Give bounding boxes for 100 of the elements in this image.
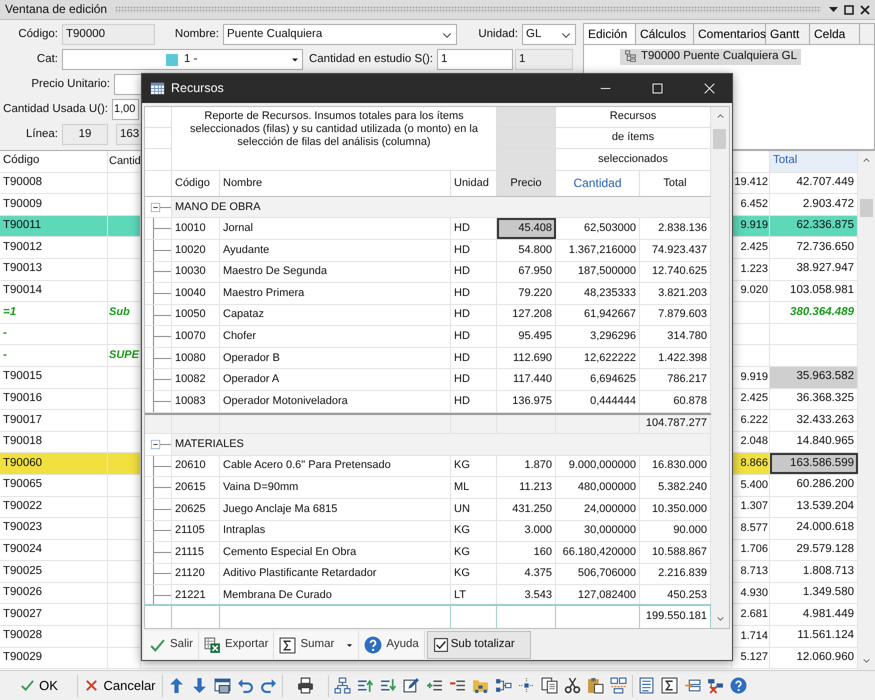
table-cell: 10083 <box>172 391 220 412</box>
field-label: Precio Unitario: <box>30 78 111 92</box>
table-cell: 127.208 <box>497 304 556 326</box>
sigma-icon <box>279 636 296 654</box>
table-cell: Jornal <box>220 218 451 239</box>
table-cell: T90008 <box>0 172 108 194</box>
table-cell: - <box>0 324 108 344</box>
field-label: Línea: <box>25 128 59 142</box>
column-header: Precio <box>497 171 556 196</box>
dialog-title: Recursos <box>171 81 225 96</box>
table-cell: 10040 <box>172 283 220 304</box>
table-cell: T90011 <box>0 216 108 236</box>
input-field: 1 <box>515 49 573 70</box>
table-cell: 480,000000 <box>556 477 640 498</box>
table-cell: Maestro De Segunda <box>220 262 451 282</box>
table-cell: KG <box>451 520 497 542</box>
dropdown-value: GL <box>526 28 542 42</box>
header-cell <box>145 128 172 149</box>
scroll-thumb[interactable] <box>713 129 726 149</box>
table-cell: T90016 <box>0 388 108 410</box>
cancel-button[interactable]: Cancelar <box>80 672 160 698</box>
window-icon <box>214 677 231 694</box>
scroll-thumb[interactable] <box>860 199 873 217</box>
table-cell: T90017 <box>0 410 108 431</box>
table-icon <box>150 81 165 96</box>
table-cell: 45.408 <box>497 218 556 239</box>
scrollbar[interactable] <box>711 107 729 628</box>
table-cell: 61,942667 <box>556 304 640 326</box>
field-label: Unidad: <box>477 28 519 42</box>
edit-icon <box>403 677 420 694</box>
table-cell: 10030 <box>172 262 220 282</box>
table-cell: 66.180,420000 <box>556 542 640 563</box>
caret-icon[interactable] <box>829 6 838 12</box>
help-button[interactable]: Ayuda <box>359 631 425 659</box>
table-cell: T90023 <box>0 518 108 539</box>
window-title: Ventana de edición <box>5 2 108 17</box>
table-cell: 6,694625 <box>556 369 640 390</box>
table-cell: 10070 <box>172 326 220 347</box>
input-field[interactable]: 1 <box>437 49 513 70</box>
table-cell: KG <box>451 542 497 563</box>
table-cell: 112.690 <box>497 348 556 368</box>
scrollbar[interactable] <box>858 151 875 670</box>
field-label: Cantidad Usada U(): <box>2 102 109 116</box>
cross-icon <box>84 678 100 693</box>
table-cell: Aditivo Plastificante Retardador <box>220 564 451 584</box>
folder-tree-icon <box>472 677 489 694</box>
input-field[interactable]: 1,00 <box>112 99 139 120</box>
dropdown[interactable]: Puente Cualquiera <box>223 24 457 45</box>
export-button[interactable]: Exportar <box>199 631 274 659</box>
copy-icon <box>541 677 558 694</box>
dropdown[interactable]: 1 - <box>62 49 303 70</box>
table-cell: ML <box>451 477 497 498</box>
table-cell: T90014 <box>0 280 108 302</box>
field-label: Cat: <box>36 52 59 66</box>
dropdown-value: Puente Cualquiera <box>227 28 322 42</box>
table-cell: HD <box>451 369 497 390</box>
checkbox[interactable] <box>434 638 448 652</box>
redo-icon <box>260 677 277 694</box>
table-cell: T90026 <box>0 582 108 604</box>
table-cell: T90028 <box>0 626 108 647</box>
table-cell: 0,444444 <box>556 391 640 412</box>
close-icon[interactable] <box>860 4 870 14</box>
collapse-icon[interactable] <box>151 440 160 449</box>
up-arrow-icon <box>168 677 185 694</box>
field-label: Nombre: <box>174 28 220 42</box>
sum-button[interactable]: Sumar <box>274 631 360 659</box>
table-cell: 30,000000 <box>556 520 640 542</box>
tree-node[interactable]: T90000 Puente Cualquiera GL <box>620 49 801 65</box>
table-cell: 20615 <box>172 477 220 498</box>
ok-button[interactable]: OK <box>3 672 75 698</box>
exit-button[interactable]: Salir <box>144 631 200 659</box>
table-cell: 62.336.875 <box>770 216 858 236</box>
input-field: 19 <box>62 124 108 145</box>
input-field[interactable] <box>114 74 144 95</box>
table-cell: T90013 <box>0 258 108 280</box>
maximize-icon[interactable] <box>844 4 854 14</box>
nodes-icon <box>495 677 512 694</box>
table-cell: 79.220 <box>497 283 556 304</box>
table-cell: 3.543 <box>497 585 556 604</box>
table-cell: 48,235333 <box>556 283 640 304</box>
column-header: Nombre <box>220 171 451 196</box>
dropdown[interactable]: GL <box>522 24 576 45</box>
column-header: Cantidad <box>556 171 640 196</box>
table-cell: 35.963.582 <box>770 366 858 388</box>
table-cell: 160 <box>497 542 556 563</box>
close-icon <box>704 83 714 94</box>
dropdown-value: 1 - <box>184 52 198 66</box>
spreadsheet-icon <box>204 636 222 654</box>
table-cell: 9.000,000000 <box>556 456 640 476</box>
table-cell: 3.000 <box>497 520 556 542</box>
table-cell: 21221 <box>172 585 220 604</box>
table-cell: 506,706000 <box>556 564 640 584</box>
table-cell: Operador A <box>220 369 451 390</box>
table-cell: Membrana De Curado <box>220 585 451 604</box>
caret-icon <box>291 56 299 64</box>
collapse-icon[interactable] <box>151 202 160 212</box>
table-cell: HD <box>451 240 497 261</box>
tab[interactable]: Edición <box>584 24 636 44</box>
sigma-icon <box>661 677 678 694</box>
table-cell: 95.495 <box>497 326 556 347</box>
